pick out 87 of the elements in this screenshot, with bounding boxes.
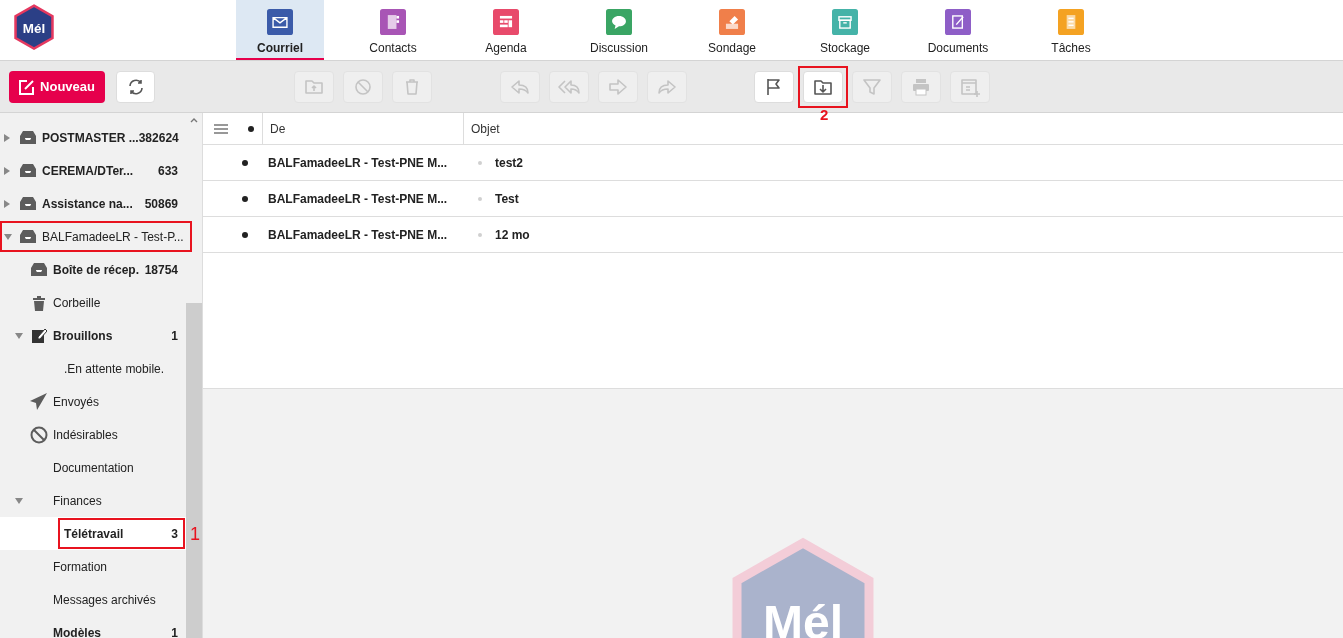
status-dot-icon xyxy=(478,232,482,237)
column-header[interactable]: De xyxy=(263,113,464,144)
mel-logo: Mél xyxy=(13,4,55,51)
message-row[interactable]: BALFamadeeLR - Test-PNE M... Test xyxy=(203,181,1343,217)
folder-item[interactable]: Assistance na... 50869 xyxy=(0,187,186,220)
collapsed-caret-icon[interactable] xyxy=(4,199,10,208)
message-subject: 12 mo xyxy=(495,226,530,244)
folder-name: Corbeille xyxy=(53,294,101,312)
collapsed-caret-icon[interactable] xyxy=(4,166,10,175)
status-dot-icon xyxy=(478,196,482,201)
expanded-caret-icon[interactable] xyxy=(4,233,12,240)
folder-name: Messages archivés xyxy=(53,591,156,609)
folder-item[interactable]: POSTMASTER ...382624 xyxy=(0,121,186,154)
unread-count: 3 xyxy=(171,525,179,543)
folder-name: Boîte de récep. xyxy=(53,261,140,279)
folder-item[interactable]: Formation xyxy=(0,550,186,583)
folder-name: Modèles xyxy=(53,624,101,638)
folder-name: Formation xyxy=(53,558,108,576)
folder-item[interactable]: Modèles 1 xyxy=(0,616,186,638)
inbox-tray-icon xyxy=(19,229,37,244)
unread-count: 1 xyxy=(171,327,179,345)
message-row[interactable]: BALFamadeeLR - Test-PNE M... 12 mo xyxy=(203,217,1343,253)
folder-name: Envoyés xyxy=(53,393,100,411)
app-tab[interactable]: Stockage xyxy=(801,0,889,60)
folder-name: .En attente mobile. xyxy=(64,360,165,378)
app-tab[interactable]: Courriel xyxy=(236,0,324,60)
folder-name: Assistance na... xyxy=(42,195,133,213)
compose-icon xyxy=(19,78,36,95)
app-tab[interactable]: Contacts xyxy=(349,0,437,60)
sender-name: BALFamadeeLR - Test-PNE M... xyxy=(267,154,449,172)
folder-item[interactable]: Messages archivés xyxy=(0,583,186,616)
folder-item[interactable]: Documentation xyxy=(0,451,186,484)
folder-item[interactable]: CEREMA/DTer... 633 xyxy=(0,154,186,187)
folder-item[interactable]: Indésirables xyxy=(0,418,186,451)
folder-item[interactable]: Brouillons 1 xyxy=(0,319,186,352)
inbox-tray-icon xyxy=(19,196,37,211)
folder-name: Télétravail xyxy=(64,525,124,543)
folder-name: Indésirables xyxy=(53,426,118,444)
folder-name: POSTMASTER ... xyxy=(42,129,139,147)
message-subject: test2 xyxy=(495,154,523,172)
collapsed-caret-icon[interactable] xyxy=(4,133,10,142)
message-subject: Test xyxy=(495,190,519,208)
edit-square-icon xyxy=(31,328,47,343)
menu-icon[interactable] xyxy=(214,123,228,134)
app-tab[interactable]: Discussion xyxy=(575,0,663,60)
new-message-button[interactable]: Nouveau xyxy=(9,70,105,103)
callout-number: 2 xyxy=(820,106,829,122)
column-header[interactable]: Objet xyxy=(464,113,500,144)
toolbar-button[interactable] xyxy=(754,70,794,103)
folder-name: CEREMA/DTer... xyxy=(42,162,134,180)
folder-item[interactable]: BALFamadeeLR - Test-P... xyxy=(0,220,186,253)
sender-name: BALFamadeeLR - Test-PNE M... xyxy=(267,190,449,208)
refresh-icon xyxy=(127,78,144,95)
scroll-up-icon[interactable] xyxy=(190,117,198,123)
paper-plane-icon xyxy=(30,393,48,410)
block-icon xyxy=(30,425,48,444)
app-tab[interactable]: Agenda xyxy=(462,0,550,60)
message-row[interactable]: BALFamadeeLR - Test-PNE M... test2 xyxy=(203,145,1343,181)
inbox-tray-icon xyxy=(19,163,37,178)
unread-count: 50869 xyxy=(144,195,179,213)
folder-item[interactable]: Finances xyxy=(0,484,186,517)
unread-count: 633 xyxy=(157,162,179,180)
callout-number: 1 xyxy=(190,524,200,543)
inbox-tray-icon xyxy=(19,130,37,145)
folder-name: Brouillons xyxy=(53,327,113,345)
folder-name: Documentation xyxy=(53,459,134,477)
scrollbar-thumb[interactable] xyxy=(186,303,202,638)
app-tab[interactable]: Documents xyxy=(914,0,1002,60)
expanded-caret-icon[interactable] xyxy=(15,332,23,339)
folder-item[interactable]: Corbeille xyxy=(0,286,186,319)
app-tab[interactable]: Tâches xyxy=(1027,0,1115,60)
app-tab[interactable]: Sondage xyxy=(688,0,776,60)
folder-name: BALFamadeeLR - Test-P... xyxy=(42,228,184,246)
unread-count: 18754 xyxy=(144,261,179,279)
sender-name: BALFamadeeLR - Test-PNE M... xyxy=(267,226,449,244)
inbox-tray-icon xyxy=(30,262,48,277)
folder-item[interactable]: .En attente mobile. xyxy=(0,352,186,385)
unread-dot-icon[interactable] xyxy=(247,125,254,132)
unread-count: 382624 xyxy=(138,129,180,147)
status-dot-icon xyxy=(478,160,482,165)
unread-count: 1 xyxy=(171,624,179,638)
trash-icon xyxy=(32,294,46,311)
expanded-caret-icon[interactable] xyxy=(15,497,23,504)
refresh-button[interactable] xyxy=(116,70,155,103)
folder-name: Finances xyxy=(53,492,102,510)
folder-item[interactable]: Boîte de récep. 18754 xyxy=(0,253,186,286)
folder-item[interactable]: Envoyés xyxy=(0,385,186,418)
